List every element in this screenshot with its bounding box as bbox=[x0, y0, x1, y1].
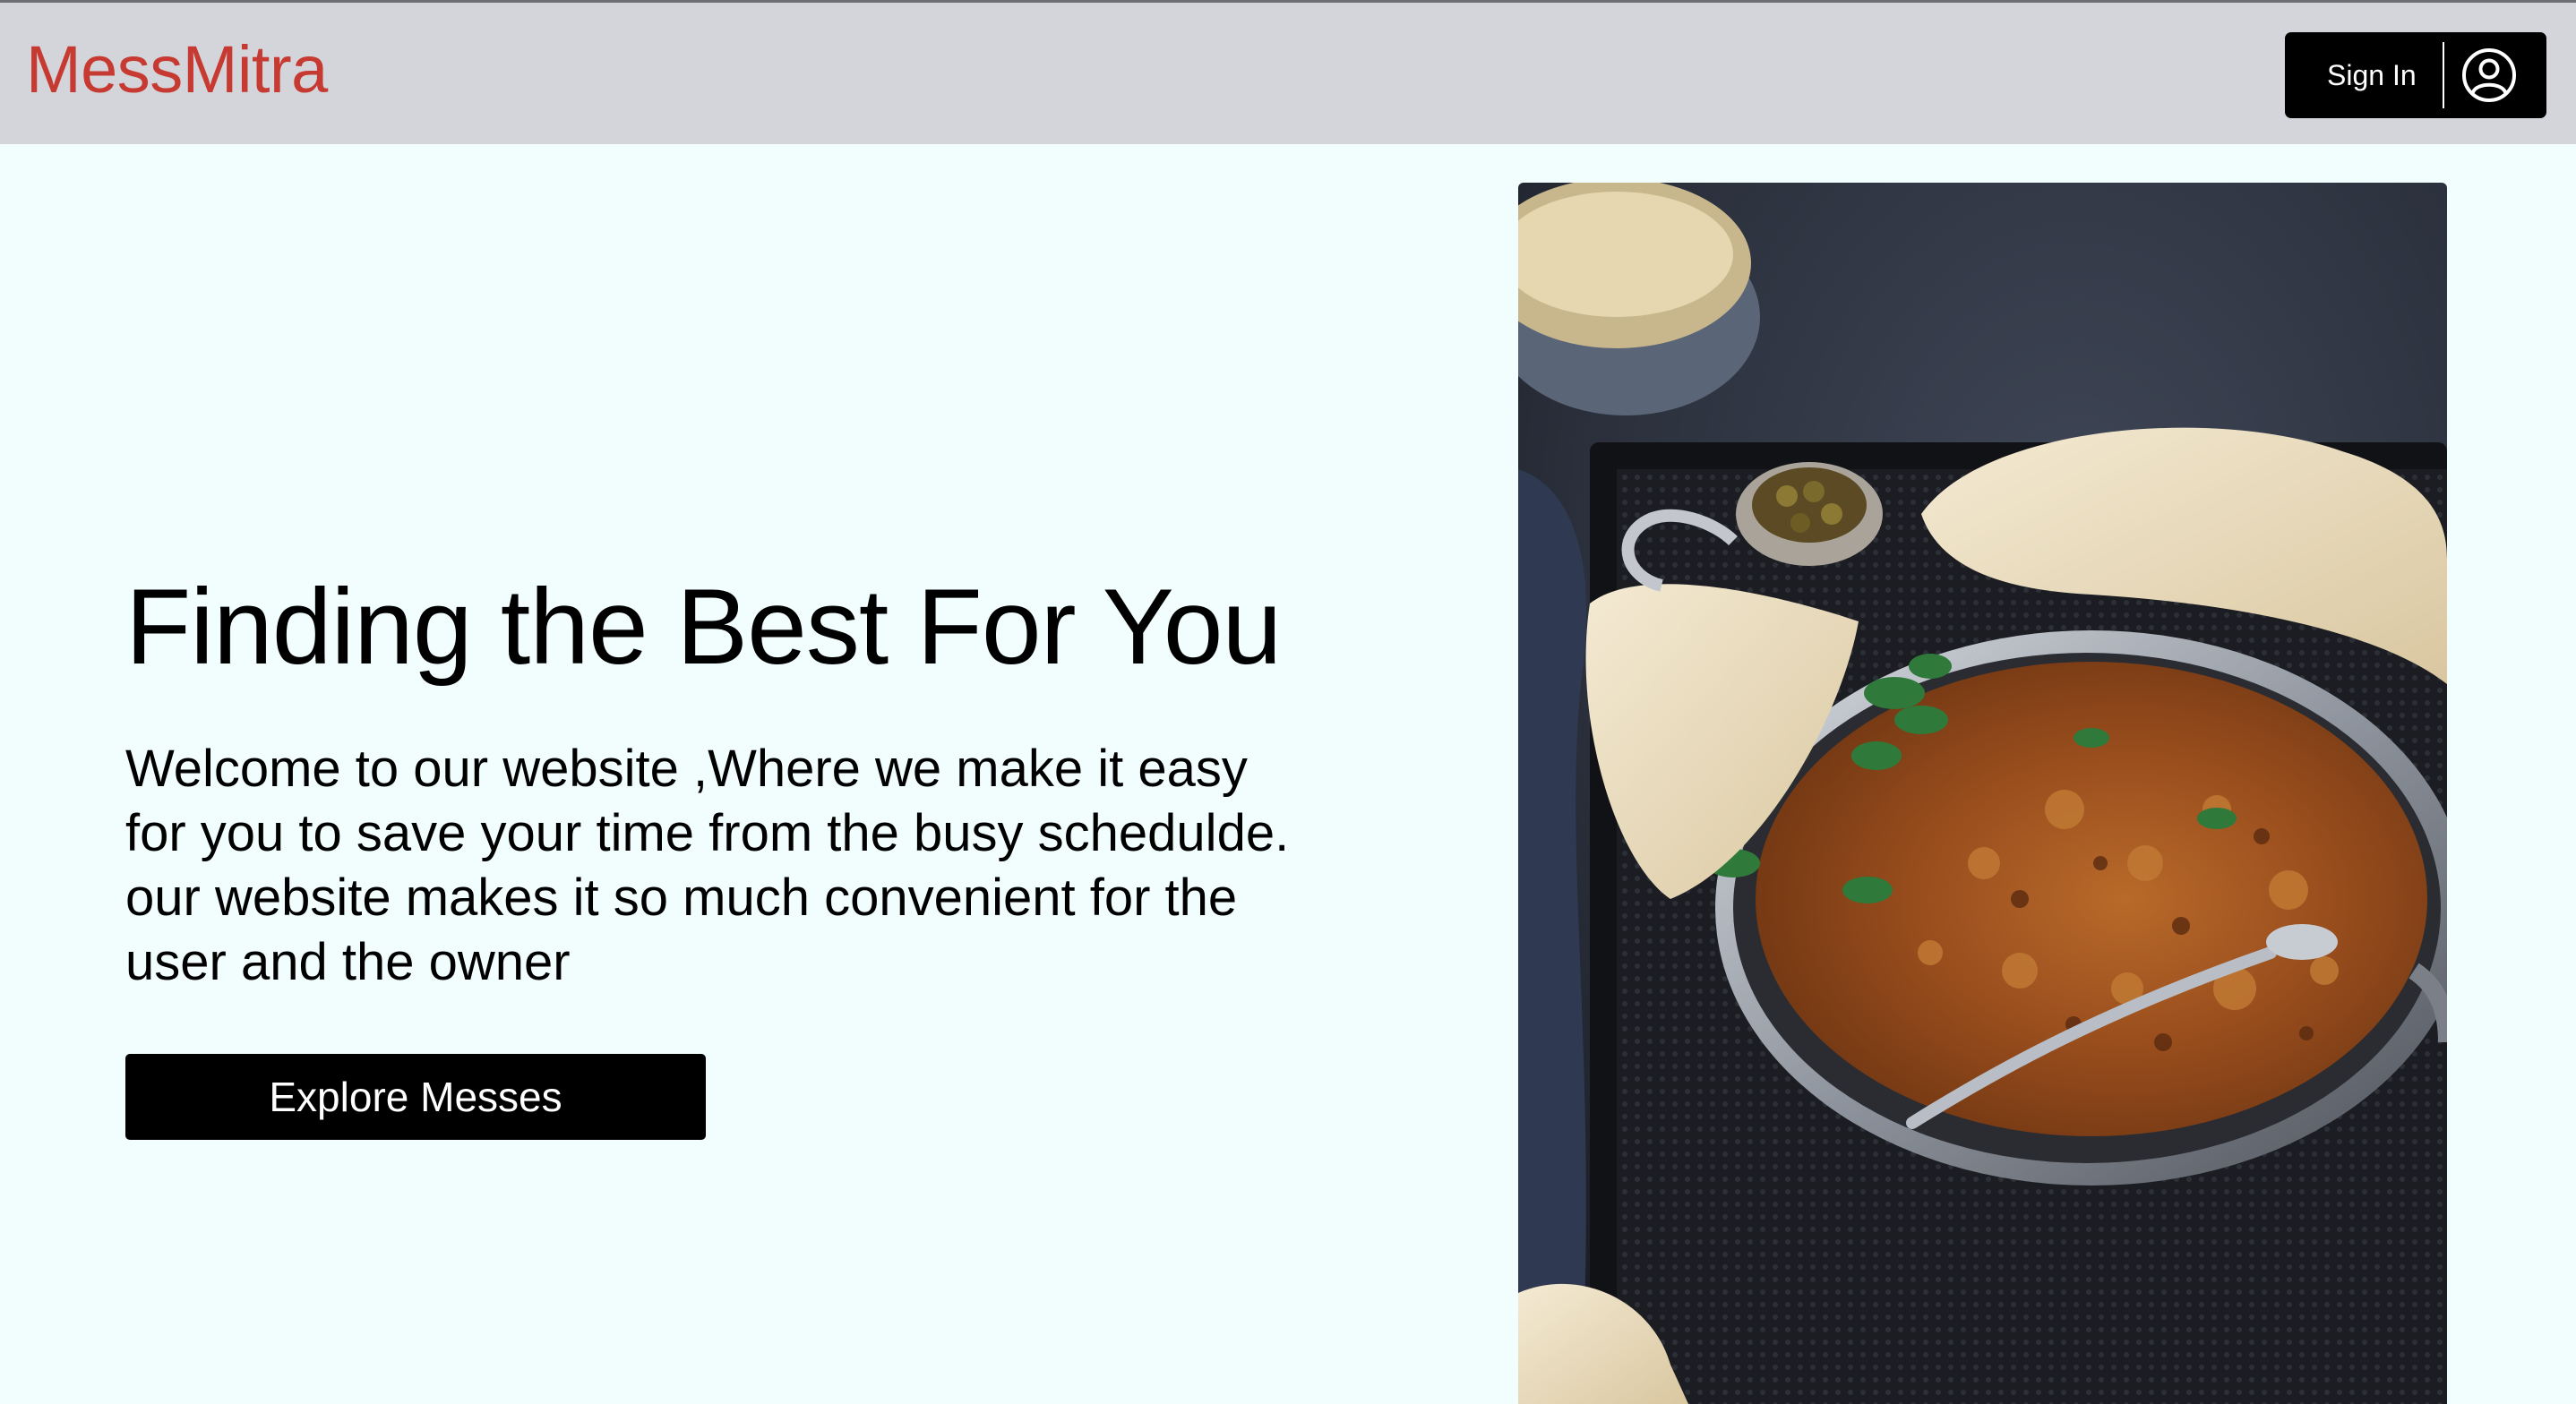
hero-description: Welcome to our website ,Where we make it… bbox=[125, 740, 1290, 991]
sign-in-divider bbox=[2443, 42, 2444, 108]
sign-in-label: Sign In bbox=[2327, 58, 2417, 91]
top-navbar: MessMitra Sign In bbox=[0, 0, 2576, 144]
sign-in-button[interactable]: Sign In bbox=[2285, 32, 2546, 118]
user-circle-icon bbox=[2460, 47, 2518, 104]
hero-title: Finding the Best For You bbox=[125, 567, 1282, 687]
hero-food-image bbox=[1518, 183, 2447, 1404]
explore-messes-button[interactable]: Explore Messes bbox=[125, 1054, 706, 1140]
brand-logo[interactable]: MessMitra bbox=[26, 30, 328, 110]
